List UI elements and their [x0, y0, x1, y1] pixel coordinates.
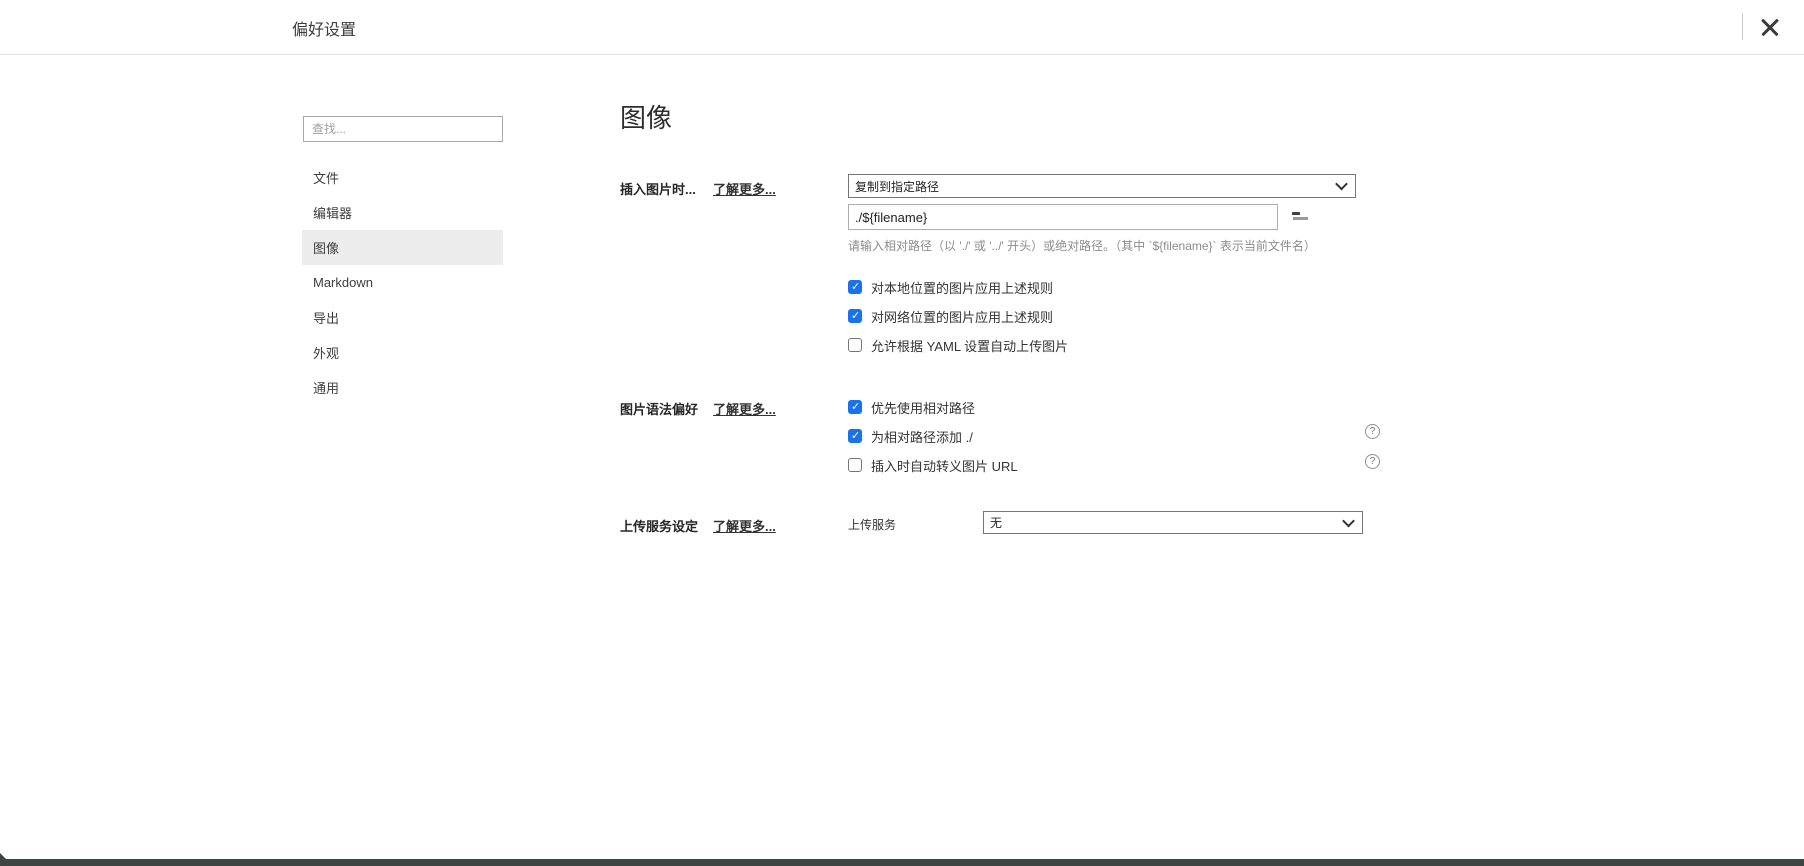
checkbox-label: 为相对路径添加 ./	[871, 427, 973, 446]
checkbox-label: 优先使用相对路径	[871, 398, 975, 417]
page-title: 图像	[620, 98, 672, 135]
sidebar-item-image[interactable]: 图像	[302, 230, 503, 265]
bottom-bar	[0, 859, 1804, 866]
insert-section-label: 插入图片时...	[620, 179, 696, 198]
checkbox[interactable]	[848, 309, 862, 323]
checkbox[interactable]	[848, 429, 862, 443]
sidebar-item-appearance[interactable]: 外观	[302, 335, 503, 370]
sidebar-item-export[interactable]: 导出	[302, 300, 503, 335]
sidebar-item-files[interactable]: 文件	[302, 160, 503, 195]
checkbox-label: 对本地位置的图片应用上述规则	[871, 278, 1053, 297]
settings-nav: 文件 编辑器 图像 Markdown 导出 外观 通用	[302, 160, 503, 405]
checkbox-row-local-images[interactable]: 对本地位置的图片应用上述规则	[848, 279, 1053, 295]
titlebar-divider	[1742, 13, 1743, 40]
syntax-section-label: 图片语法偏好	[620, 399, 698, 418]
checkbox-label: 允许根据 YAML 设置自动上传图片	[871, 336, 1068, 355]
insert-action-select-value: 复制到指定路径	[855, 178, 939, 195]
checkbox[interactable]	[848, 458, 862, 472]
help-icon[interactable]: ?	[1365, 424, 1380, 439]
insert-learn-more-link[interactable]: 了解更多...	[713, 179, 776, 198]
close-button[interactable]	[1752, 9, 1788, 45]
upload-service-select[interactable]: 无	[983, 511, 1363, 534]
upload-service-label: 上传服务	[848, 516, 896, 533]
chevron-down-icon	[1342, 514, 1355, 527]
checkbox-row-relative-path[interactable]: 优先使用相对路径	[848, 399, 975, 415]
checkbox[interactable]	[848, 280, 862, 294]
checkbox-label: 对网络位置的图片应用上述规则	[871, 307, 1053, 326]
insert-action-select[interactable]: 复制到指定路径	[848, 174, 1356, 198]
checkbox-row-add-dot-slash[interactable]: 为相对路径添加 ./	[848, 428, 973, 444]
checkbox[interactable]	[848, 400, 862, 414]
checkbox-label: 插入时自动转义图片 URL	[871, 456, 1018, 475]
image-path-input[interactable]	[848, 204, 1278, 230]
syntax-learn-more-link[interactable]: 了解更多...	[713, 399, 776, 418]
close-icon	[1760, 17, 1780, 37]
upload-service-select-value: 无	[990, 514, 1002, 531]
checkbox[interactable]	[848, 338, 862, 352]
path-hint-text: 请输入相对路径（以 './' 或 '../' 开头）或绝对路径。（其中 `${f…	[848, 237, 1316, 254]
search-input[interactable]	[303, 116, 503, 142]
upload-learn-more-link[interactable]: 了解更多...	[713, 516, 776, 535]
browse-folder-button[interactable]	[1283, 207, 1300, 223]
clear-path-button[interactable]	[1304, 206, 1320, 222]
help-icon[interactable]: ?	[1365, 454, 1380, 469]
sidebar-item-markdown[interactable]: Markdown	[302, 265, 503, 300]
title-bar: 偏好设置	[0, 0, 1804, 55]
checkbox-row-yaml-upload[interactable]: 允许根据 YAML 设置自动上传图片	[848, 337, 1068, 353]
checkbox-row-escape-url[interactable]: 插入时自动转义图片 URL	[848, 457, 1018, 473]
window-title: 偏好设置	[292, 0, 356, 55]
upload-section-label: 上传服务设定	[620, 516, 698, 535]
sidebar-item-general[interactable]: 通用	[302, 370, 503, 405]
chevron-down-icon	[1335, 178, 1348, 191]
checkbox-row-network-images[interactable]: 对网络位置的图片应用上述规则	[848, 308, 1053, 324]
sidebar-item-editor[interactable]: 编辑器	[302, 195, 503, 230]
